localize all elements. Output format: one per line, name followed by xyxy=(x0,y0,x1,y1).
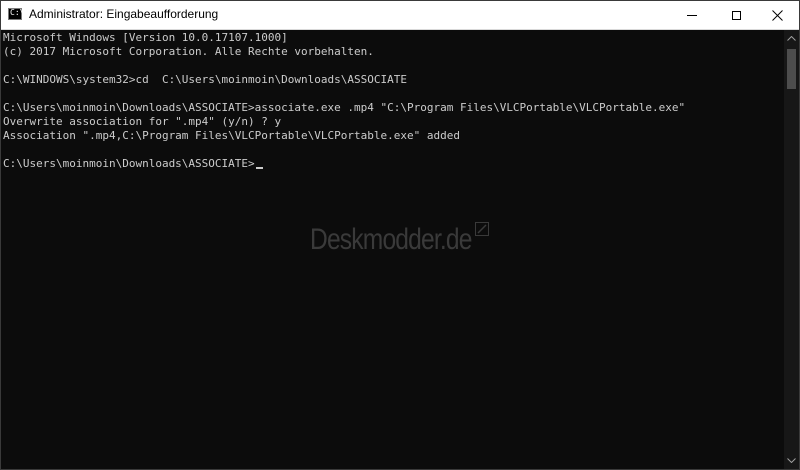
watermark-logo: Deskmodder.de xyxy=(310,223,472,256)
cmd-window: C:\ Administrator: Eingabeaufforderung M… xyxy=(0,0,800,470)
current-prompt: C:\Users\moinmoin\Downloads\ASSOCIATE> xyxy=(3,157,255,170)
vertical-scrollbar[interactable] xyxy=(784,30,799,469)
text-cursor xyxy=(255,167,263,169)
console-line: (c) 2017 Microsoft Corporation. Alle Rec… xyxy=(3,45,374,58)
close-icon xyxy=(772,9,783,21)
prompt-line: C:\Users\moinmoin\Downloads\ASSOCIATE> xyxy=(3,157,263,171)
chevron-down-icon xyxy=(787,458,796,463)
scroll-down-button[interactable] xyxy=(784,452,799,469)
console-line: Microsoft Windows [Version 10.0.17107.10… xyxy=(3,31,288,44)
cmd-icon-glyph: C:\ xyxy=(10,8,25,17)
maximize-icon xyxy=(732,10,741,20)
console-line: Overwrite association for ".mp4" (y/n) ?… xyxy=(3,115,282,128)
console-line: Association ".mp4,C:\Program Files\VLCPo… xyxy=(3,129,460,142)
console-line: C:\WINDOWS\system32>cd C:\Users\moinmoin… xyxy=(3,73,407,86)
title-bar[interactable]: C:\ Administrator: Eingabeaufforderung xyxy=(1,1,799,30)
scroll-up-button[interactable] xyxy=(784,30,799,47)
minimize-icon xyxy=(686,14,697,16)
cmd-app-icon[interactable]: C:\ xyxy=(8,8,25,20)
pen-icon xyxy=(475,222,489,236)
close-button[interactable] xyxy=(755,1,800,29)
scroll-thumb[interactable] xyxy=(787,49,796,89)
console-line: C:\Users\moinmoin\Downloads\ASSOCIATE>as… xyxy=(3,101,686,114)
maximize-button[interactable] xyxy=(714,1,759,29)
minimize-button[interactable] xyxy=(669,1,714,29)
chevron-up-icon xyxy=(787,36,796,41)
window-title: Administrator: Eingabeaufforderung xyxy=(29,7,219,21)
